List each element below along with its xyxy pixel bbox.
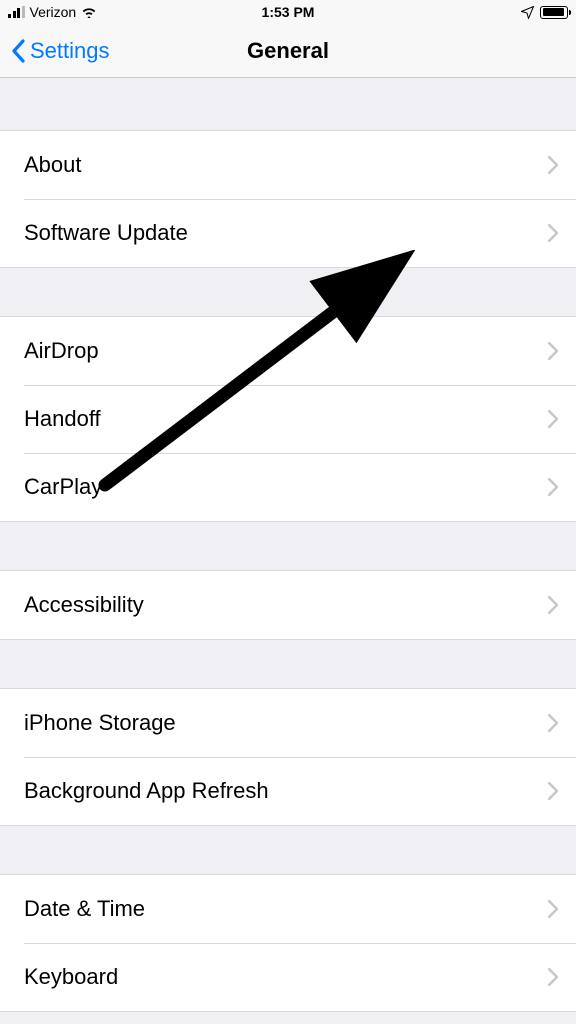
group-1: AirDrop Handoff CarPlay xyxy=(0,316,576,522)
group-gap xyxy=(0,522,576,570)
group-gap xyxy=(0,268,576,316)
group-0: About Software Update xyxy=(0,130,576,268)
cell-carplay[interactable]: CarPlay xyxy=(0,453,576,521)
cell-label: Date & Time xyxy=(24,896,145,922)
cell-label: CarPlay xyxy=(24,474,102,500)
chevron-right-icon xyxy=(548,224,558,242)
chevron-right-icon xyxy=(548,782,558,800)
cell-label: Keyboard xyxy=(24,964,118,990)
cell-label: Software Update xyxy=(24,220,188,246)
cell-label: Background App Refresh xyxy=(24,778,269,804)
cell-label: Handoff xyxy=(24,406,101,432)
group-3: iPhone Storage Background App Refresh xyxy=(0,688,576,826)
wifi-icon xyxy=(81,6,97,18)
signal-icon xyxy=(8,6,25,18)
chevron-right-icon xyxy=(548,900,558,918)
chevron-right-icon xyxy=(548,968,558,986)
cell-handoff[interactable]: Handoff xyxy=(0,385,576,453)
cell-airdrop[interactable]: AirDrop xyxy=(0,317,576,385)
time-label: 1:53 PM xyxy=(262,4,315,20)
group-gap xyxy=(0,78,576,130)
cell-label: AirDrop xyxy=(24,338,99,364)
status-bar: Verizon 1:53 PM xyxy=(0,0,576,24)
chevron-right-icon xyxy=(548,156,558,174)
cell-background-app-refresh[interactable]: Background App Refresh xyxy=(0,757,576,825)
cell-date-time[interactable]: Date & Time xyxy=(0,875,576,943)
chevron-left-icon xyxy=(10,39,26,63)
back-label: Settings xyxy=(30,38,110,64)
nav-bar: Settings General xyxy=(0,24,576,78)
battery-icon xyxy=(540,6,568,19)
cell-keyboard[interactable]: Keyboard xyxy=(0,943,576,1011)
chevron-right-icon xyxy=(548,596,558,614)
cell-label: Accessibility xyxy=(24,592,144,618)
chevron-right-icon xyxy=(548,478,558,496)
back-button[interactable]: Settings xyxy=(10,38,110,64)
group-2: Accessibility xyxy=(0,570,576,640)
group-4: Date & Time Keyboard xyxy=(0,874,576,1012)
location-icon xyxy=(521,6,534,19)
cell-label: About xyxy=(24,152,82,178)
group-gap xyxy=(0,640,576,688)
cell-software-update[interactable]: Software Update xyxy=(0,199,576,267)
cell-accessibility[interactable]: Accessibility xyxy=(0,571,576,639)
cell-iphone-storage[interactable]: iPhone Storage xyxy=(0,689,576,757)
status-left: Verizon xyxy=(8,4,97,20)
chevron-right-icon xyxy=(548,342,558,360)
carrier-label: Verizon xyxy=(30,4,77,20)
cell-about[interactable]: About xyxy=(0,131,576,199)
group-gap xyxy=(0,826,576,874)
cell-label: iPhone Storage xyxy=(24,710,176,736)
chevron-right-icon xyxy=(548,410,558,428)
chevron-right-icon xyxy=(548,714,558,732)
content: About Software Update AirDrop Handoff Ca… xyxy=(0,78,576,1012)
page-title: General xyxy=(247,38,329,64)
status-right xyxy=(521,6,568,19)
